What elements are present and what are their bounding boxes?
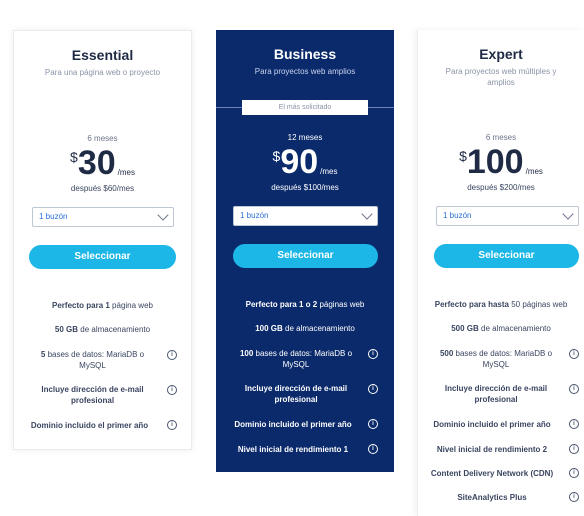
feature-item: Incluye dirección de e-mail profesional bbox=[444, 384, 548, 404]
feature-item: Dominio incluido el primer año bbox=[433, 420, 551, 429]
feature-item: 100 bases de datos: MariaDB o MySQL bbox=[239, 349, 353, 369]
mailbox-select-value: 1 buzón bbox=[240, 211, 269, 220]
plan-subtitle: Para una página web o proyecto bbox=[44, 68, 161, 77]
chevron-down-icon bbox=[157, 209, 169, 221]
chevron-down-icon bbox=[562, 208, 574, 220]
plan-name: Expert bbox=[479, 46, 523, 62]
plan-subtitle: Para proyectos web amplios bbox=[254, 67, 356, 76]
info-icon[interactable]: i bbox=[569, 444, 579, 454]
info-icon[interactable]: i bbox=[569, 349, 579, 359]
mailbox-select-value: 1 buzón bbox=[443, 211, 472, 220]
price-amount: 30 bbox=[77, 144, 116, 182]
feature-item: 500 bases de datos: MariaDB o MySQL bbox=[439, 349, 553, 369]
info-icon[interactable]: i bbox=[167, 385, 177, 395]
badge-divider bbox=[368, 107, 394, 108]
plan-card-essential: Essential Para una página web o proyecto… bbox=[13, 30, 192, 450]
price-amount: 100 bbox=[466, 143, 524, 181]
feature-item: SiteAnalytics Plus bbox=[457, 493, 527, 502]
plan-price: $ 100 /mes bbox=[418, 142, 584, 182]
plan-subtitle: Para proyectos web múltiples y amplios bbox=[445, 67, 557, 87]
chevron-down-icon bbox=[361, 208, 373, 220]
feature-item: 5 bases de datos: MariaDB o MySQL bbox=[40, 350, 145, 370]
most-popular-badge: El más solicitado bbox=[242, 100, 368, 115]
select-plan-button[interactable]: Seleccionar bbox=[233, 244, 378, 268]
plan-card-business: Business Para proyectos web amplios El m… bbox=[216, 30, 394, 472]
feature-item: Incluye dirección de e-mail profesional bbox=[41, 385, 144, 405]
mailbox-select[interactable]: 1 buzón bbox=[233, 206, 378, 226]
plan-name: Business bbox=[273, 46, 337, 62]
feature-item: 500 GB de almacenamiento bbox=[451, 324, 551, 333]
plan-term: 6 meses bbox=[485, 133, 517, 142]
mailbox-select[interactable]: 1 buzón bbox=[32, 207, 174, 227]
price-amount: 90 bbox=[280, 143, 319, 181]
plan-price: $ 30 /mes bbox=[14, 143, 191, 183]
plan-term: 12 meses bbox=[287, 133, 323, 142]
info-icon[interactable]: i bbox=[368, 419, 378, 429]
plan-price: $ 90 /mes bbox=[216, 142, 394, 182]
feature-item: 50 GB de almacenamiento bbox=[54, 325, 151, 334]
info-icon[interactable]: i bbox=[569, 419, 579, 429]
plan-card-expert: Expert Para proyectos web múltiples y am… bbox=[417, 30, 584, 516]
plan-name: Essential bbox=[71, 47, 134, 63]
price-period: /mes bbox=[117, 168, 135, 177]
mailbox-select[interactable]: 1 buzón bbox=[436, 206, 579, 226]
currency-symbol: $ bbox=[459, 148, 467, 164]
info-icon[interactable]: i bbox=[569, 384, 579, 394]
badge-divider bbox=[216, 107, 242, 108]
select-plan-button[interactable]: Seleccionar bbox=[29, 245, 176, 269]
currency-symbol: $ bbox=[272, 148, 281, 164]
feature-item: Dominio incluido el primer año bbox=[30, 421, 149, 430]
renewal-price: después $100/mes bbox=[271, 183, 339, 192]
mailbox-select-value: 1 buzón bbox=[39, 212, 68, 221]
info-icon[interactable]: i bbox=[368, 349, 378, 359]
renewal-price: después $200/mes bbox=[467, 183, 535, 192]
currency-symbol: $ bbox=[70, 149, 78, 165]
plan-term: 6 meses bbox=[87, 134, 118, 143]
info-icon[interactable]: i bbox=[569, 468, 579, 478]
feature-item: Perfecto para hasta 50 páginas web bbox=[434, 300, 568, 309]
feature-item: 100 GB de almacenamiento bbox=[255, 324, 355, 333]
feature-item: Perfecto para 1 o 2 páginas web bbox=[245, 300, 365, 309]
feature-item: Incluye dirección de e-mail profesional bbox=[244, 384, 348, 404]
feature-item: Nivel inicial de rendimiento 2 bbox=[436, 445, 548, 454]
info-icon[interactable]: i bbox=[167, 420, 177, 430]
info-icon[interactable]: i bbox=[167, 350, 177, 360]
feature-item: Content Delivery Network (CDN) bbox=[430, 469, 554, 478]
price-period: /mes bbox=[525, 167, 543, 176]
info-icon[interactable]: i bbox=[368, 444, 378, 454]
feature-item: Perfecto para 1 página web bbox=[52, 301, 153, 310]
renewal-price: después $60/mes bbox=[70, 184, 135, 193]
info-icon[interactable]: i bbox=[569, 492, 579, 502]
select-plan-button[interactable]: Seleccionar bbox=[434, 244, 579, 268]
info-icon[interactable]: i bbox=[368, 384, 378, 394]
price-period: /mes bbox=[320, 167, 338, 176]
